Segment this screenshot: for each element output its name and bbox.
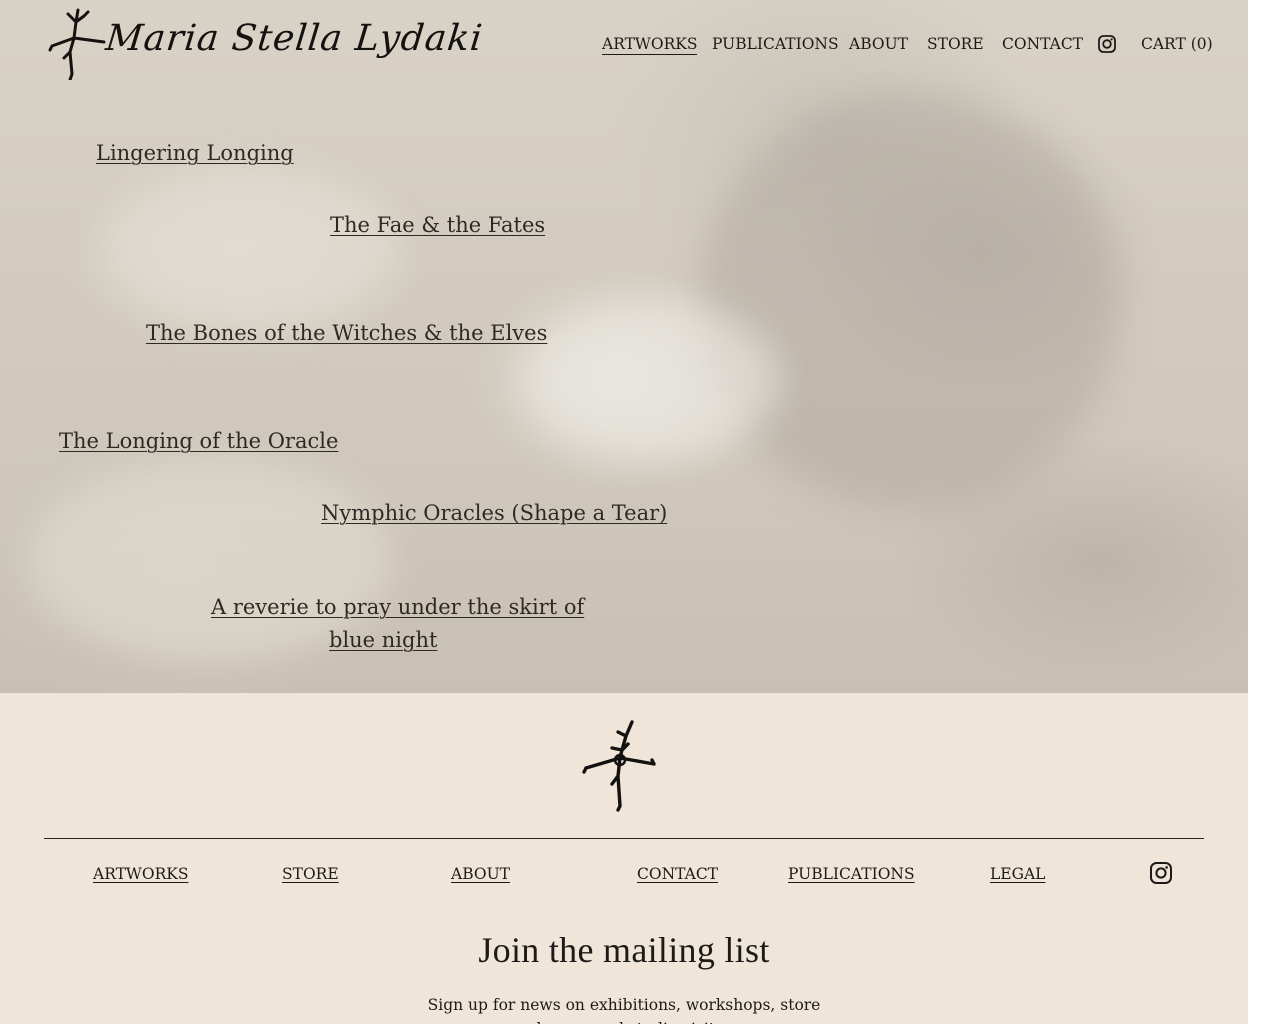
nav-publications[interactable]: PUBLICATIONS <box>712 34 839 54</box>
artwork-link-fae-and-fates[interactable]: The Fae & the Fates <box>330 209 545 242</box>
page: Lingering Longing The Fae & the Fates Th… <box>0 0 1248 1024</box>
nav-about[interactable]: ABOUT <box>849 34 908 54</box>
artwork-link-reverie-line1[interactable]: A reverie to pray under the skirt of <box>211 591 584 624</box>
instagram-icon[interactable] <box>1149 861 1173 885</box>
site-footer: ARTWORKS STORE ABOUT CONTACT PUBLICATION… <box>0 693 1248 1024</box>
mailing-list-title: Join the mailing list <box>478 930 770 970</box>
main-nav: ARTWORKS PUBLICATIONS ABOUT STORE CONTAC… <box>0 34 1248 58</box>
hero-shadow-shape <box>700 90 1120 510</box>
artwork-link-longing-of-oracle[interactable]: The Longing of the Oracle <box>59 425 338 458</box>
footer-nav-artworks[interactable]: ARTWORKS <box>93 864 188 884</box>
nav-cart[interactable]: CART (0) <box>1141 34 1213 54</box>
footer-nav-contact[interactable]: CONTACT <box>637 864 718 884</box>
nav-contact[interactable]: CONTACT <box>1002 34 1083 54</box>
footer-nav-store[interactable]: STORE <box>282 864 339 884</box>
artwork-link-nymphic-oracles[interactable]: Nymphic Oracles (Shape a Tear) <box>321 497 667 530</box>
footer-nav-legal[interactable]: LEGAL <box>990 864 1045 884</box>
hero-highlight-shape <box>520 300 780 460</box>
nav-store[interactable]: STORE <box>927 34 984 54</box>
footer-divider <box>44 838 1204 839</box>
mailing-list-subtitle: Sign up for news on exhibitions, worksho… <box>427 996 821 1024</box>
artwork-link-bones-of-witches[interactable]: The Bones of the Witches & the Elves <box>146 317 547 350</box>
hero-foliage-shape <box>100 170 400 330</box>
artwork-link-reverie-line2[interactable]: blue night <box>329 624 437 657</box>
footer-nav-publications[interactable]: PUBLICATIONS <box>788 864 915 884</box>
instagram-icon[interactable] <box>1097 34 1117 54</box>
artwork-link-lingering-longing[interactable]: Lingering Longing <box>96 137 294 170</box>
hero-background-image: Lingering Longing The Fae & the Fates Th… <box>0 0 1248 693</box>
footer-nav-about[interactable]: ABOUT <box>451 864 510 884</box>
dancer-figure-icon <box>582 720 656 812</box>
site-header: Maria Stella Lydaki ARTWORKS PUBLICATION… <box>0 0 1248 90</box>
nav-artworks[interactable]: ARTWORKS <box>602 34 698 55</box>
